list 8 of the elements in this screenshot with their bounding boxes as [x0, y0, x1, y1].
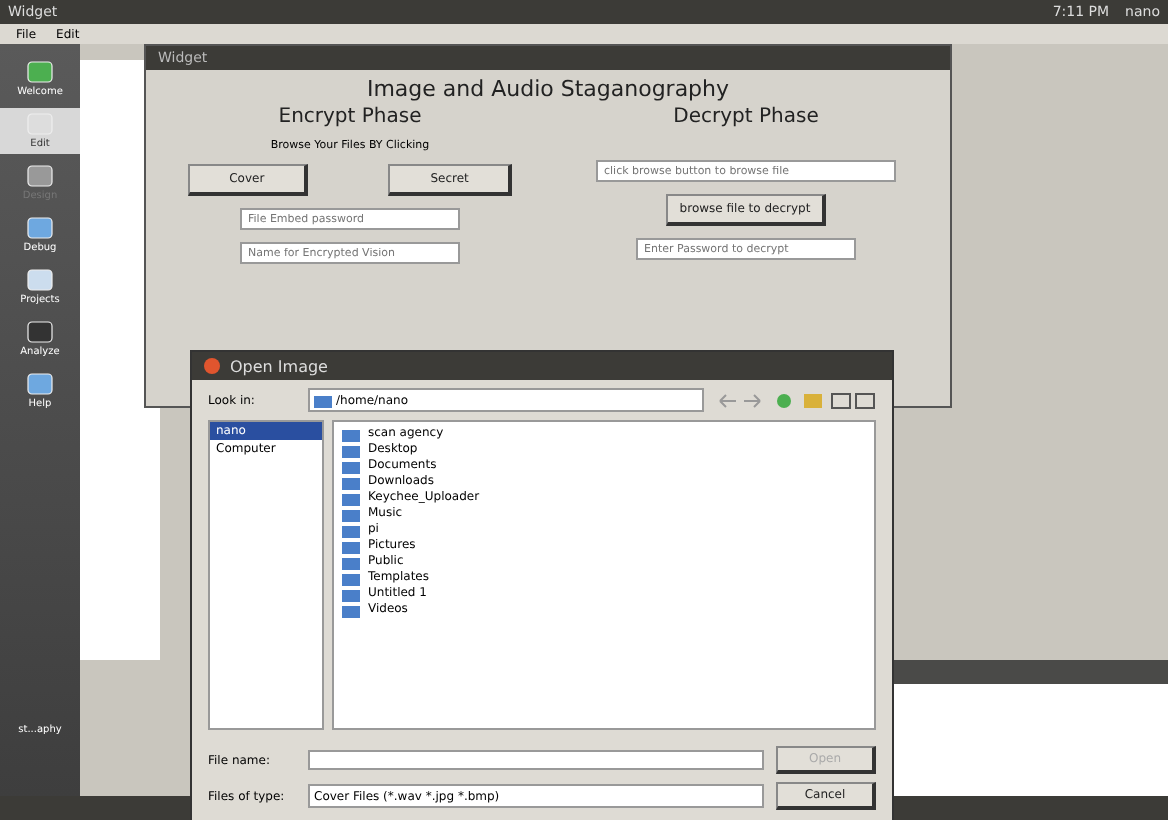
file-name-field[interactable]	[308, 750, 764, 770]
toolbar-icons-drawing[interactable]	[716, 391, 876, 409]
folder-icon	[314, 393, 332, 407]
app-heading: Image and Audio Staganography	[364, 76, 732, 102]
section-title: Decrypt Phase	[673, 106, 819, 128]
section-title: Encrypt Phase	[278, 106, 422, 128]
close-icon[interactable]	[204, 358, 220, 374]
dialog-title: Open Image	[230, 357, 328, 375]
